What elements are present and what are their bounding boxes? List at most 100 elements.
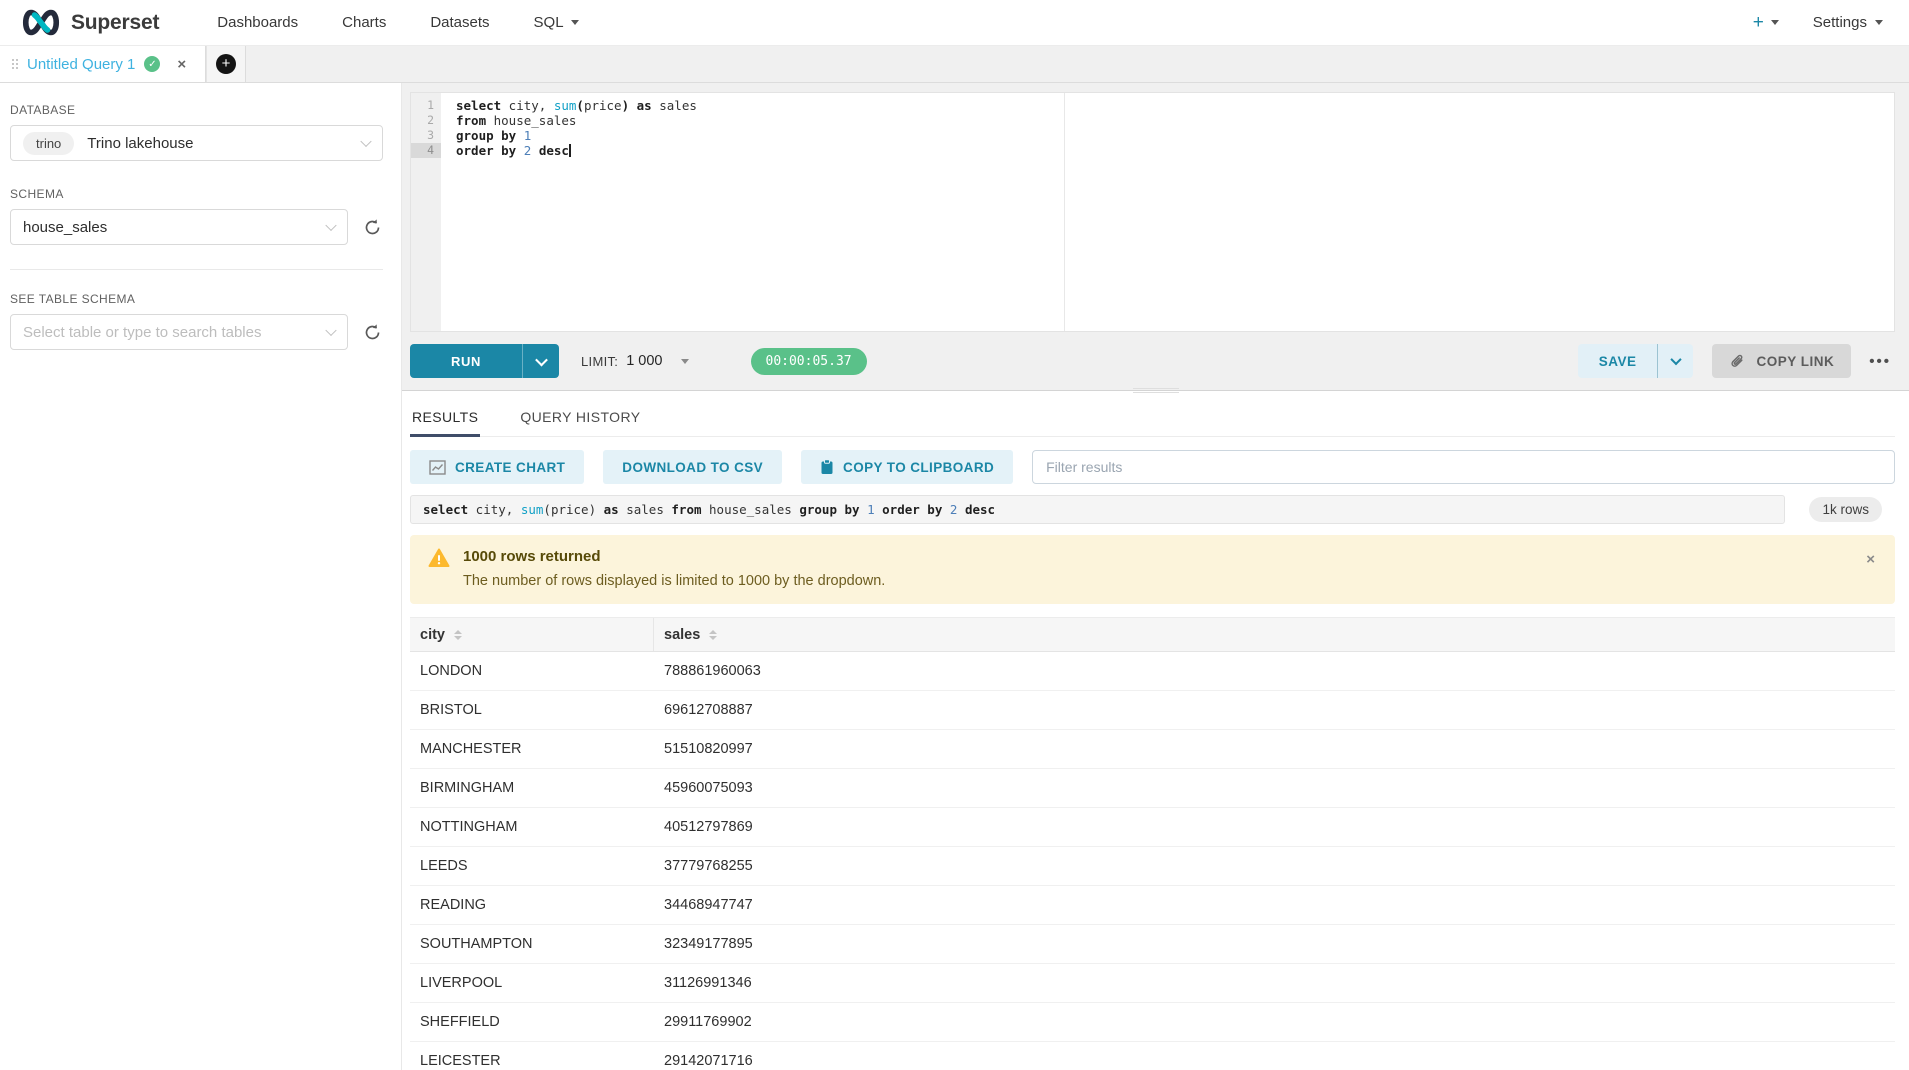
cell-city: READING — [410, 897, 654, 913]
line-chart-icon — [429, 460, 446, 475]
code-line[interactable]: select city, sum(price) as sales — [456, 98, 1894, 113]
nav-item-sql[interactable]: SQL — [512, 14, 601, 31]
query-success-check-icon: ✓ — [144, 56, 160, 72]
cell-city: BIRMINGHAM — [410, 780, 654, 796]
table-row[interactable]: LIVERPOOL31126991346 — [410, 964, 1895, 1003]
table-row[interactable]: SOUTHAMPTON32349177895 — [410, 925, 1895, 964]
cell-city: BRISTOL — [410, 702, 654, 718]
table-row[interactable]: MANCHESTER51510820997 — [410, 730, 1895, 769]
chevron-down-icon — [1875, 20, 1883, 25]
editor-code[interactable]: select city, sum(price) as salesfrom hou… — [441, 93, 1894, 331]
table-row[interactable]: NOTTINGHAM40512797869 — [410, 808, 1895, 847]
limit-dropdown[interactable]: LIMIT: 1 000 — [581, 353, 689, 369]
create-chart-button[interactable]: CREATE CHART — [410, 450, 584, 484]
copy-to-clipboard-button[interactable]: COPY TO CLIPBOARD — [801, 450, 1013, 484]
nav-item-datasets[interactable]: Datasets — [408, 14, 511, 31]
download-csv-button[interactable]: DOWNLOAD TO CSV — [603, 450, 782, 484]
cell-sales: 69612708887 — [654, 702, 1895, 718]
sql-lab-app: Superset Dashboards Charts Datasets SQL … — [0, 0, 1909, 1070]
cell-sales: 32349177895 — [654, 936, 1895, 952]
sort-icon[interactable] — [709, 630, 717, 640]
sql-code-editor[interactable]: 1234 select city, sum(price) as salesfro… — [410, 92, 1895, 332]
run-button[interactable]: RUN — [410, 344, 522, 378]
table-row[interactable]: READING34468947747 — [410, 886, 1895, 925]
cell-sales: 34468947747 — [654, 897, 1895, 913]
query-tabbar: Untitled Query 1 ✓ × + — [0, 46, 1909, 83]
table-row[interactable]: LEICESTER29142071716 — [410, 1042, 1895, 1070]
schema-select-value: house_sales — [23, 219, 107, 236]
cell-sales: 29911769902 — [654, 1014, 1895, 1030]
results-table-header: city sales — [410, 617, 1895, 652]
cell-sales: 45960075093 — [654, 780, 1895, 796]
sort-icon[interactable] — [454, 630, 462, 640]
schema-select[interactable]: house_sales — [10, 209, 348, 245]
refresh-tables-button[interactable] — [361, 321, 383, 343]
database-label: DATABASE — [10, 103, 383, 117]
column-header-sales[interactable]: sales — [654, 618, 1895, 651]
run-dropdown-button[interactable] — [522, 344, 559, 378]
nav-item-charts[interactable]: Charts — [320, 14, 408, 31]
settings-menu[interactable]: Settings — [1813, 14, 1889, 31]
row-count-badge: 1k rows — [1809, 497, 1882, 522]
editor-toolbar: RUN LIMIT: 1 000 00:00:05.37 SAVE — [410, 344, 1895, 378]
new-item-button[interactable]: + — [1753, 13, 1779, 32]
plus-circle-icon: + — [216, 54, 236, 74]
code-line[interactable]: order by 2 desc — [456, 143, 1894, 158]
save-button-group: SAVE — [1578, 344, 1694, 378]
chevron-down-icon — [1670, 354, 1681, 365]
table-select[interactable]: Select table or type to search tables — [10, 314, 348, 350]
drag-grip-icon[interactable] — [12, 59, 18, 69]
cell-sales: 37779768255 — [654, 858, 1895, 874]
table-row[interactable]: BRISTOL69612708887 — [410, 691, 1895, 730]
database-engine-pill: trino — [23, 132, 74, 155]
refresh-schemas-button[interactable] — [361, 216, 383, 238]
superset-brand[interactable]: Superset — [20, 9, 159, 36]
code-line[interactable]: from house_sales — [456, 113, 1894, 128]
drag-handle-icon[interactable] — [1133, 385, 1179, 396]
nav-item-dashboards[interactable]: Dashboards — [195, 14, 320, 31]
schema-label: SCHEMA — [10, 187, 383, 201]
sidebar-divider — [10, 269, 383, 270]
tab-query-history[interactable]: QUERY HISTORY — [518, 405, 642, 436]
table-row[interactable]: LONDON788861960063 — [410, 652, 1895, 691]
database-select-value: Trino lakehouse — [87, 135, 193, 152]
tab-results[interactable]: RESULTS — [410, 405, 480, 436]
paperclip-icon — [1729, 353, 1746, 370]
copy-link-button[interactable]: COPY LINK — [1712, 344, 1851, 378]
add-tab-button[interactable]: + — [206, 46, 246, 82]
cell-sales: 31126991346 — [654, 975, 1895, 991]
table-select-placeholder: Select table or type to search tables — [23, 324, 261, 341]
text-cursor — [569, 144, 571, 157]
cell-sales: 51510820997 — [654, 741, 1895, 757]
tab-untitled-query-1[interactable]: Untitled Query 1 ✓ × — [0, 46, 206, 82]
cell-city: MANCHESTER — [410, 741, 654, 757]
cell-city: LIVERPOOL — [410, 975, 654, 991]
chevron-down-icon — [1771, 20, 1779, 25]
column-header-city[interactable]: city — [410, 618, 654, 651]
save-dropdown-button[interactable] — [1657, 344, 1693, 378]
alert-close-button[interactable]: × — [1866, 551, 1875, 568]
tab-close-button[interactable]: × — [177, 56, 186, 73]
column-header-city-label: city — [420, 627, 445, 643]
create-chart-label: CREATE CHART — [455, 460, 565, 475]
editor-gutter: 1234 — [411, 93, 441, 331]
code-line[interactable]: group by 1 — [456, 128, 1894, 143]
results-pane: RESULTS QUERY HISTORY CREATE CHART DOWNL… — [402, 391, 1909, 1070]
cell-city: LEICESTER — [410, 1053, 654, 1069]
filter-results-input[interactable] — [1032, 450, 1895, 484]
table-row[interactable]: LEEDS37779768255 — [410, 847, 1895, 886]
table-row[interactable]: SHEFFIELD29911769902 — [410, 1003, 1895, 1042]
plus-icon: + — [1753, 13, 1764, 32]
brand-name: Superset — [71, 11, 159, 35]
top-navbar: Superset Dashboards Charts Datasets SQL … — [0, 0, 1909, 46]
print-margin-line — [1064, 93, 1065, 331]
more-actions-button[interactable]: ••• — [1865, 353, 1895, 370]
clipboard-icon — [820, 459, 834, 475]
table-row[interactable]: BIRMINGHAM45960075093 — [410, 769, 1895, 808]
pane-resize-divider[interactable] — [402, 390, 1909, 391]
save-button[interactable]: SAVE — [1578, 344, 1658, 378]
chevron-down-icon — [571, 20, 579, 25]
chevron-down-icon — [325, 220, 336, 231]
line-number: 3 — [411, 128, 441, 143]
database-select[interactable]: trino Trino lakehouse — [10, 125, 383, 161]
